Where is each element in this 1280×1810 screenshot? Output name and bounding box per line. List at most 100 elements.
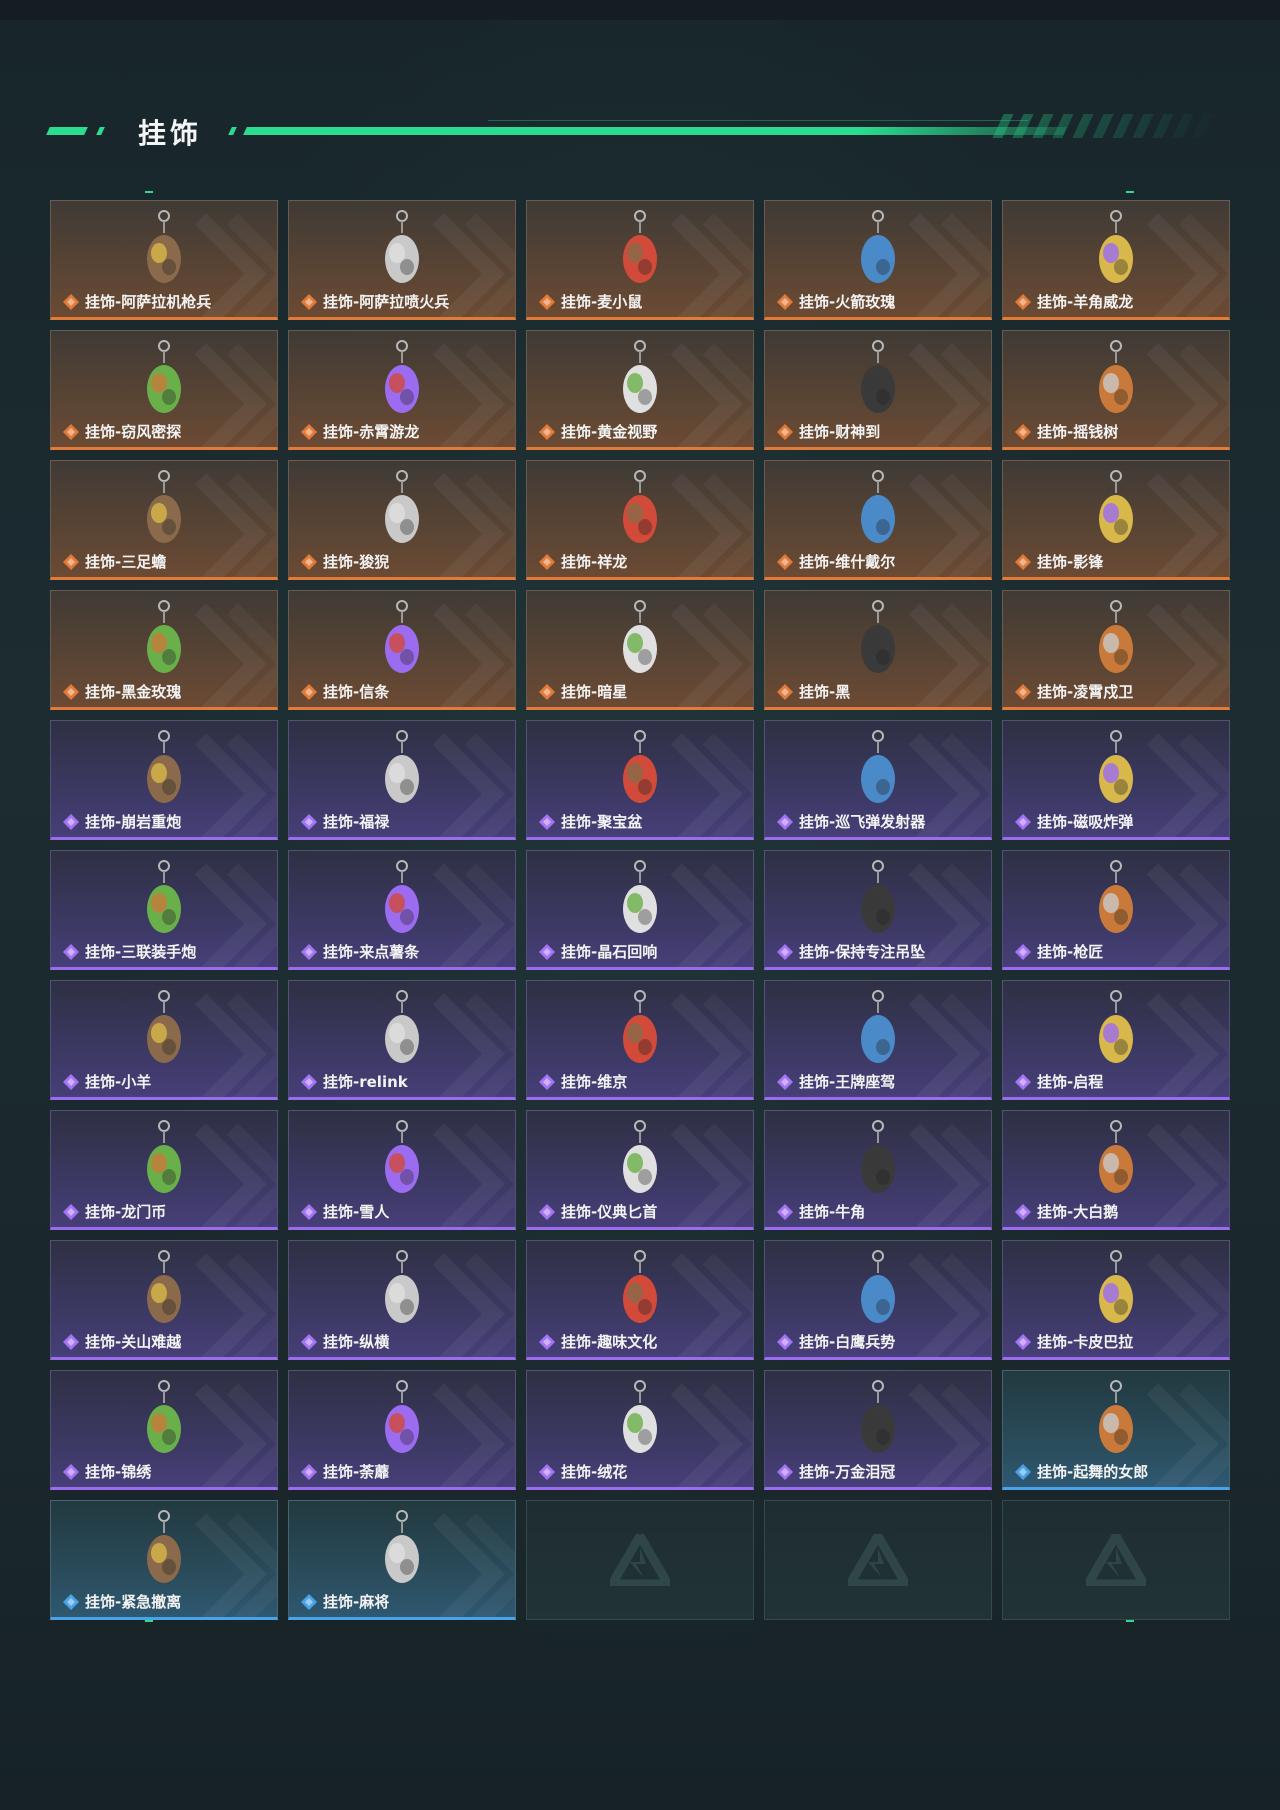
rarity-diamond-icon bbox=[63, 554, 79, 570]
item-card[interactable]: 挂饰-卡皮巴拉 bbox=[1002, 1240, 1230, 1360]
item-card[interactable]: 挂饰-崩岩重炮 bbox=[50, 720, 278, 840]
item-card[interactable]: 挂饰-王牌座驾 bbox=[764, 980, 992, 1100]
item-card[interactable]: 挂饰-龙门币 bbox=[50, 1110, 278, 1230]
item-card[interactable]: 挂饰-麻将 bbox=[288, 1500, 516, 1620]
item-name: 挂饰-王牌座驾 bbox=[799, 1073, 896, 1091]
item-name: 挂饰-枪匠 bbox=[1037, 943, 1104, 961]
rarity-diamond-icon bbox=[1015, 424, 1031, 440]
item-card[interactable]: 挂饰-起舞的女郎 bbox=[1002, 1370, 1230, 1490]
item-name: 挂饰-晶石回响 bbox=[561, 943, 658, 961]
header-accent-tick bbox=[96, 127, 105, 135]
charm-icon bbox=[147, 1120, 181, 1193]
item-card[interactable]: 挂饰-窃风密探 bbox=[50, 330, 278, 450]
item-name: 挂饰-小羊 bbox=[85, 1073, 152, 1091]
item-card[interactable]: 挂饰-relink bbox=[288, 980, 516, 1100]
item-card[interactable]: 挂饰-三联装手炮 bbox=[50, 850, 278, 970]
item-name: 挂饰-窃风密探 bbox=[85, 423, 182, 441]
rarity-diamond-icon bbox=[539, 294, 555, 310]
item-name: 挂饰-维什戴尔 bbox=[799, 553, 896, 571]
item-name: 挂饰-赤霄游龙 bbox=[323, 423, 420, 441]
item-card[interactable]: 挂饰-暗星 bbox=[526, 590, 754, 710]
item-card[interactable]: 挂饰-赤霄游龙 bbox=[288, 330, 516, 450]
item-card[interactable]: 挂饰-来点薯条 bbox=[288, 850, 516, 970]
rarity-diamond-icon bbox=[539, 554, 555, 570]
rarity-diamond-icon bbox=[777, 1074, 793, 1090]
item-card[interactable]: 挂饰-麦小鼠 bbox=[526, 200, 754, 320]
charm-icon bbox=[861, 990, 895, 1063]
item-card[interactable]: 挂饰-黑 bbox=[764, 590, 992, 710]
item-card[interactable]: 挂饰-紧急撤离 bbox=[50, 1500, 278, 1620]
item-card[interactable]: 挂饰-牛角 bbox=[764, 1110, 992, 1230]
item-card[interactable]: 挂饰-大白鹅 bbox=[1002, 1110, 1230, 1230]
rarity-diamond-icon bbox=[301, 1594, 317, 1610]
item-card[interactable]: 挂饰-绒花 bbox=[526, 1370, 754, 1490]
item-card[interactable]: 挂饰-摇钱树 bbox=[1002, 330, 1230, 450]
rarity-diamond-icon bbox=[301, 294, 317, 310]
item-card[interactable]: 挂饰-维什戴尔 bbox=[764, 460, 992, 580]
charm-icon bbox=[623, 860, 657, 933]
charm-icon bbox=[147, 990, 181, 1063]
rarity-diamond-icon bbox=[63, 1074, 79, 1090]
item-name: 挂饰-凌霄戍卫 bbox=[1037, 683, 1134, 701]
item-card[interactable]: 挂饰-巡飞弹发射器 bbox=[764, 720, 992, 840]
item-card[interactable]: 挂饰-启程 bbox=[1002, 980, 1230, 1100]
item-card[interactable]: 挂饰-羊角威龙 bbox=[1002, 200, 1230, 320]
item-card[interactable]: 挂饰-黄金视野 bbox=[526, 330, 754, 450]
rarity-diamond-icon bbox=[777, 1204, 793, 1220]
charm-icon bbox=[1099, 860, 1133, 933]
charm-icon bbox=[861, 1120, 895, 1193]
item-card[interactable]: 挂饰-阿萨拉喷火兵 bbox=[288, 200, 516, 320]
item-name: 挂饰-维京 bbox=[561, 1073, 628, 1091]
rarity-diamond-icon bbox=[301, 1464, 317, 1480]
item-name: 挂饰-麻将 bbox=[323, 1593, 390, 1611]
item-name: 挂饰-阿萨拉喷火兵 bbox=[323, 293, 450, 311]
item-card[interactable]: 挂饰-三足蟾 bbox=[50, 460, 278, 580]
item-card[interactable]: 挂饰-白鹰兵势 bbox=[764, 1240, 992, 1360]
item-card[interactable]: 挂饰-影锋 bbox=[1002, 460, 1230, 580]
item-card[interactable]: 挂饰-狻猊 bbox=[288, 460, 516, 580]
rarity-diamond-icon bbox=[777, 294, 793, 310]
item-card[interactable]: 挂饰-阿萨拉机枪兵 bbox=[50, 200, 278, 320]
item-card[interactable]: 挂饰-福禄 bbox=[288, 720, 516, 840]
charm-icon bbox=[623, 1380, 657, 1453]
item-card[interactable]: 挂饰-锦绣 bbox=[50, 1370, 278, 1490]
item-card[interactable]: 挂饰-磁吸炸弹 bbox=[1002, 720, 1230, 840]
rarity-diamond-icon bbox=[1015, 1204, 1031, 1220]
item-card[interactable]: 挂饰-纵横 bbox=[288, 1240, 516, 1360]
item-card[interactable]: 挂饰-凌霄戍卫 bbox=[1002, 590, 1230, 710]
rarity-diamond-icon bbox=[777, 814, 793, 830]
item-card[interactable]: 挂饰-维京 bbox=[526, 980, 754, 1100]
item-card[interactable]: 挂饰-黑金玫瑰 bbox=[50, 590, 278, 710]
item-card[interactable]: 挂饰-雪人 bbox=[288, 1110, 516, 1230]
item-name: 挂饰-阿萨拉机枪兵 bbox=[85, 293, 212, 311]
item-card[interactable]: 挂饰-关山难越 bbox=[50, 1240, 278, 1360]
item-card[interactable]: 挂饰-祥龙 bbox=[526, 460, 754, 580]
charm-icon bbox=[1099, 210, 1133, 283]
rarity-diamond-icon bbox=[539, 814, 555, 830]
item-card[interactable]: 挂饰-荼蘼 bbox=[288, 1370, 516, 1490]
top-band bbox=[0, 0, 1280, 20]
item-card[interactable]: 挂饰-万金泪冠 bbox=[764, 1370, 992, 1490]
item-card[interactable]: 挂饰-晶石回响 bbox=[526, 850, 754, 970]
item-card[interactable]: 挂饰-小羊 bbox=[50, 980, 278, 1100]
item-card[interactable]: 挂饰-信条 bbox=[288, 590, 516, 710]
item-card[interactable]: 挂饰-仪典匕首 bbox=[526, 1110, 754, 1230]
item-name: 挂饰-麦小鼠 bbox=[561, 293, 643, 311]
item-card[interactable]: 挂饰-枪匠 bbox=[1002, 850, 1230, 970]
item-card[interactable]: 挂饰-火箭玫瑰 bbox=[764, 200, 992, 320]
charm-icon bbox=[623, 1120, 657, 1193]
charm-icon bbox=[623, 1250, 657, 1323]
item-card[interactable]: 挂饰-财神到 bbox=[764, 330, 992, 450]
rarity-diamond-icon bbox=[301, 1074, 317, 1090]
item-name: 挂饰-白鹰兵势 bbox=[799, 1333, 896, 1351]
charm-icon bbox=[861, 470, 895, 543]
item-card[interactable]: 挂饰-聚宝盆 bbox=[526, 720, 754, 840]
item-name: 挂饰-万金泪冠 bbox=[799, 1463, 896, 1481]
rarity-diamond-icon bbox=[1015, 814, 1031, 830]
item-card[interactable]: 挂饰-趣味文化 bbox=[526, 1240, 754, 1360]
corner-mark bbox=[145, 191, 153, 193]
item-name: 挂饰-紧急撤离 bbox=[85, 1593, 182, 1611]
item-card[interactable]: 挂饰-保持专注吊坠 bbox=[764, 850, 992, 970]
corner-mark bbox=[145, 1620, 153, 1622]
rarity-diamond-icon bbox=[1015, 1334, 1031, 1350]
